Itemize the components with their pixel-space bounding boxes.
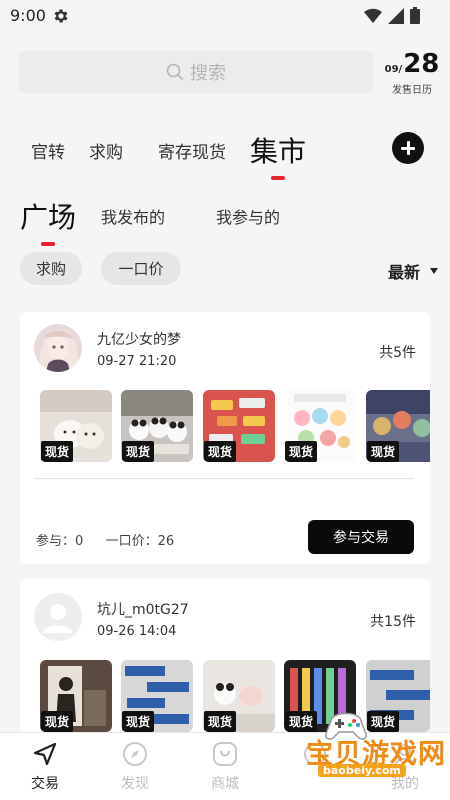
item-thumbnail[interactable]: 现货 xyxy=(366,390,430,462)
wifi-icon xyxy=(364,8,382,23)
listing-meta: 参与：0 一口价：26 xyxy=(36,530,174,549)
add-button[interactable] xyxy=(392,132,424,164)
main-tabs: 官转 求购 寄存现货 集市 xyxy=(0,124,450,180)
tab-market-label: 集市 xyxy=(250,135,307,168)
status-time: 9:00 xyxy=(10,6,46,25)
filter-chip-buy[interactable]: 求购 xyxy=(20,252,82,285)
send-icon xyxy=(33,742,57,766)
calendar-label: 发售日历 xyxy=(392,85,432,96)
tab-my-participation[interactable]: 我参与的 xyxy=(216,204,280,228)
item-thumbnail[interactable]: 现货 xyxy=(121,660,193,732)
watermark: 宝贝游戏网 baobeiy.com xyxy=(300,708,450,778)
in-stock-badge: 现货 xyxy=(367,441,400,462)
watermark-url: baobeiy.com xyxy=(318,764,406,777)
filter-row: 求购 一口价 最新 xyxy=(0,252,450,286)
item-thumbnail[interactable]: 现货 xyxy=(40,390,112,462)
nav-discover[interactable]: 发现 xyxy=(105,741,165,793)
active-tab-indicator xyxy=(271,176,285,180)
item-thumbnail[interactable]: 现货 xyxy=(121,390,193,462)
in-stock-badge: 现货 xyxy=(122,711,155,732)
sort-dropdown[interactable]: 最新 xyxy=(388,259,438,283)
tab-official-transfer[interactable]: 官转 xyxy=(31,138,65,163)
tab-my-posts[interactable]: 我发布的 xyxy=(101,204,165,228)
filter-chip-fixed-price[interactable]: 一口价 xyxy=(101,252,181,285)
search-placeholder: 搜索 xyxy=(190,63,226,84)
tab-plaza-label: 广场 xyxy=(20,201,77,234)
tab-plaza[interactable]: 广场 xyxy=(20,196,77,246)
item-count: 共5件 xyxy=(379,345,416,361)
nav-trade-label: 交易 xyxy=(31,776,59,792)
nav-trade[interactable]: 交易 xyxy=(15,741,75,793)
in-stock-badge: 现货 xyxy=(204,441,237,462)
in-stock-badge: 现货 xyxy=(41,441,74,462)
status-bar: 9:00 xyxy=(0,0,450,32)
calendar-month: 09/ xyxy=(384,64,403,75)
in-stock-badge: 现货 xyxy=(204,711,237,732)
calendar-day: 28 xyxy=(403,49,440,79)
tab-market[interactable]: 集市 xyxy=(250,130,307,180)
compass-icon xyxy=(123,742,147,766)
calendar-date: 09/ 28 xyxy=(384,49,440,79)
signal-icon xyxy=(388,7,404,24)
sub-tabs: 广场 我发布的 我参与的 xyxy=(0,190,450,246)
seller-name: 九亿少女的梦 xyxy=(97,332,181,348)
gear-icon xyxy=(54,9,68,23)
participants-value: 0 xyxy=(75,534,84,549)
listing-card[interactable]: 九亿少女的梦 09-27 21:20 共5件 现货 现货 现货 现货 现货 参与… xyxy=(20,312,430,564)
search-row: 搜索 09/ 28 发售日历 xyxy=(0,40,450,110)
nav-discover-label: 发现 xyxy=(121,776,149,792)
item-count: 共15件 xyxy=(370,614,416,630)
in-stock-badge: 现货 xyxy=(285,441,318,462)
post-time: 09-27 21:20 xyxy=(97,354,177,369)
avatar[interactable] xyxy=(34,324,82,372)
seller-name: 坑儿_m0tG27 xyxy=(97,602,189,618)
release-calendar-button[interactable]: 09/ 28 发售日历 xyxy=(384,49,440,96)
item-thumbnail[interactable]: 现货 xyxy=(40,660,112,732)
item-thumbnail[interactable]: 现货 xyxy=(203,660,275,732)
item-thumbnail[interactable]: 现货 xyxy=(284,390,356,462)
in-stock-badge: 现货 xyxy=(122,441,155,462)
post-time: 09-26 14:04 xyxy=(97,624,177,639)
search-input[interactable]: 搜索 xyxy=(18,51,374,93)
in-stock-badge: 现货 xyxy=(41,711,74,732)
shop-icon xyxy=(213,742,237,766)
card-divider xyxy=(34,478,414,479)
caret-down-icon xyxy=(430,268,438,274)
nav-shop[interactable]: 商城 xyxy=(195,741,255,793)
active-subtab-indicator xyxy=(41,242,55,246)
tab-buy-request[interactable]: 求购 xyxy=(89,138,123,163)
price-label: 一口价： xyxy=(105,534,158,549)
avatar[interactable] xyxy=(34,593,82,641)
item-thumbnail[interactable]: 现货 xyxy=(203,390,275,462)
sort-label: 最新 xyxy=(387,263,420,282)
price-value: 26 xyxy=(157,534,175,549)
search-icon xyxy=(166,63,184,81)
battery-icon xyxy=(410,7,420,24)
nav-shop-label: 商城 xyxy=(211,776,239,792)
join-trade-button[interactable]: 参与交易 xyxy=(308,520,414,554)
tab-consignment-stock[interactable]: 寄存现货 xyxy=(158,138,226,163)
participants-label: 参与： xyxy=(36,534,76,549)
thumbnail-strip: 现货 现货 现货 现货 现货 xyxy=(40,390,430,464)
